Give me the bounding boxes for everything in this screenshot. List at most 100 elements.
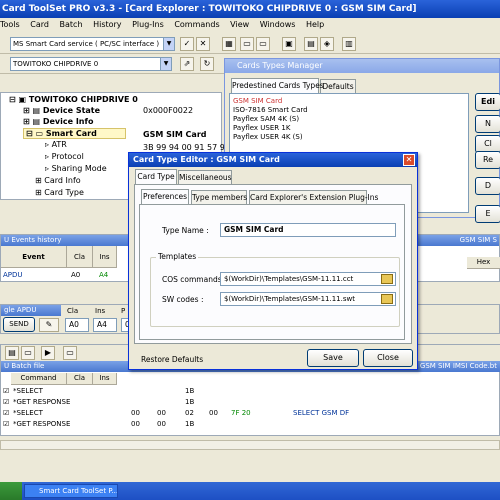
col-event[interactable]: Event (1, 246, 67, 268)
menu-view[interactable]: View (230, 20, 249, 29)
type-name-input[interactable]: GSM SIM Card (220, 223, 396, 237)
col-ins[interactable]: Ins (93, 246, 117, 268)
send-col-ins: Ins (95, 307, 106, 315)
batch-right-header: GSM SIM IMSI Code.bt (419, 362, 497, 370)
rename-button[interactable]: Re (475, 151, 500, 169)
batch-row-command[interactable]: *GET RESPONSE (13, 397, 70, 408)
tab-miscellaneous[interactable]: Miscellaneous (178, 170, 232, 184)
cards-manager-title: Cards Types Manager (225, 59, 499, 73)
taskbar-app-button[interactable]: Smart Card ToolSet P... (24, 484, 118, 498)
start-button[interactable] (0, 482, 22, 500)
menu-commands[interactable]: Commands (174, 20, 219, 29)
col-hex[interactable]: Hex (467, 257, 500, 269)
tree-item-label: Protocol (51, 152, 84, 161)
tab-predestined[interactable]: Predestined Cards Types (231, 78, 324, 93)
restore-defaults-link[interactable]: Restore Defaults (141, 354, 203, 365)
single-apdu-header: gle APDU (1, 305, 61, 316)
menu-tools[interactable]: Tools (0, 20, 20, 29)
refresh-icon[interactable]: ↻ (200, 57, 214, 71)
tab-preferences[interactable]: Preferences (141, 189, 189, 204)
batch-row-command[interactable]: *SELECT (13, 408, 43, 419)
tree-item-sharing-mode[interactable]: ▹ Sharing Mode (45, 164, 107, 173)
folder-browse-icon[interactable] (381, 294, 393, 304)
tab-extension-plugins[interactable]: Card Explorer's Extension Plug-Ins (249, 190, 378, 204)
tree-item-card-info[interactable]: ⊞ Card Info (35, 176, 81, 185)
copy-icon[interactable]: ▥ (342, 37, 356, 51)
event-row-type[interactable]: APDU (3, 270, 23, 281)
menu-batch[interactable]: Batch (60, 20, 83, 29)
col-batch-ins[interactable]: Ins (93, 373, 117, 385)
chevron-down-icon: ▼ (160, 58, 171, 70)
tree-item-atr[interactable]: ▹ ATR (45, 140, 67, 149)
delete-button[interactable]: D (475, 177, 500, 195)
edit-apdu-icon[interactable]: ✎ (39, 318, 59, 332)
folder-icon[interactable]: ▭ (256, 37, 270, 51)
disconnect-icon[interactable]: ✕ (196, 37, 210, 51)
batch-row-p: 1B (185, 387, 195, 395)
send-ins-input[interactable]: A4 (93, 318, 117, 332)
document-icon[interactable]: ▤ (304, 37, 318, 51)
save-icon[interactable]: ▣ (282, 37, 296, 51)
menu-card[interactable]: Card (30, 20, 49, 29)
connect-icon[interactable]: ✓ (180, 37, 194, 51)
export-button[interactable]: E (475, 205, 500, 223)
menu-windows[interactable]: Windows (260, 20, 296, 29)
send-cla-input[interactable]: A0 (65, 318, 89, 332)
send-button[interactable]: SEND (3, 317, 35, 332)
properties-icon[interactable]: ◈ (320, 37, 334, 51)
edit-button[interactable]: Edi (475, 93, 500, 111)
col-batch-cla[interactable]: Cla (67, 373, 93, 385)
checkbox-icon[interactable]: ☑ (3, 408, 9, 419)
folder-open-icon[interactable]: ▭ (240, 37, 254, 51)
checkbox-icon[interactable]: ☑ (3, 386, 9, 397)
card-type-tab-panel: Preferences Type members Card Explorer's… (134, 184, 412, 344)
menu-history[interactable]: History (93, 20, 121, 29)
card-type-editor-dialog: Card Type Editor : GSM SIM Card ✕ Card T… (128, 152, 418, 370)
tree-root[interactable]: ⊟ ▣ TOWITOKO CHIPDRIVE 0 (9, 95, 138, 104)
save-button[interactable]: Save (307, 349, 359, 367)
tree-item-device-info[interactable]: ⊞ ▤ Device Info (23, 117, 93, 126)
tree-item-smart-card[interactable]: ⊟ ▭ Smart Card (23, 128, 126, 139)
new-batch-icon[interactable]: ▤ (5, 346, 19, 360)
smart-card-value: GSM SIM Card (143, 130, 207, 139)
new-button[interactable]: N (475, 115, 500, 133)
close-button[interactable]: Close (363, 349, 413, 367)
export-icon[interactable]: ⇗ (180, 57, 194, 71)
tree-item-device-state[interactable]: ⊞ ▤ Device State (23, 106, 100, 115)
tab-type-members[interactable]: Type members (191, 190, 247, 204)
checkbox-icon[interactable]: ☑ (3, 419, 9, 430)
chevron-down-icon: ▼ (163, 38, 174, 50)
sw-codes-value: $(WorkDir)\Templates\GSM-11.11.swt (224, 295, 355, 303)
tree-item-label: Card Info (44, 176, 81, 185)
horizontal-scrollbar[interactable] (0, 440, 500, 450)
tab-card-type[interactable]: Card Type (135, 169, 177, 184)
col-command[interactable]: Command (11, 373, 67, 385)
folder-browse-icon[interactable] (381, 274, 393, 284)
send-col-p: P (121, 307, 126, 315)
run-batch-icon[interactable]: ▶ (41, 346, 55, 360)
menu-plugins[interactable]: Plug-Ins (132, 20, 164, 29)
tab-defaults[interactable]: Defaults (320, 79, 356, 93)
open-batch-icon[interactable]: ▭ (21, 346, 35, 360)
step-icon[interactable]: ▭ (63, 346, 77, 360)
tree-item-protocol[interactable]: ▹ Protocol (45, 152, 84, 161)
batch-row-p: 1B (185, 398, 195, 406)
tree-item-label: Card Type (44, 188, 84, 197)
card-type-item[interactable]: Payflex USER 4K (S) (233, 132, 303, 143)
tree-item-card-type[interactable]: ⊞ Card Type (35, 188, 84, 197)
send-col-cla: Cla (67, 307, 79, 315)
checkbox-icon[interactable]: ☑ (3, 397, 9, 408)
batch-row-ins: 00 (157, 409, 166, 417)
service-combo[interactable]: MS Smart Card service ( PC/SC interface … (10, 37, 175, 51)
batch-row-ins: 00 (157, 420, 166, 428)
menu-help[interactable]: Help (306, 20, 324, 29)
col-cla[interactable]: Cla (67, 246, 93, 268)
reader-combo[interactable]: TOWITOKO CHIPDRIVE 0 ▼ (10, 57, 172, 71)
card-icon[interactable]: ▦ (222, 37, 236, 51)
batch-row-command[interactable]: *GET RESPONSE (13, 419, 70, 430)
sw-codes-input[interactable]: $(WorkDir)\Templates\GSM-11.11.swt (220, 292, 396, 306)
close-icon[interactable]: ✕ (403, 154, 415, 166)
batch-row-command[interactable]: *SELECT (13, 386, 43, 397)
cos-commands-input[interactable]: $(WorkDir)\Templates\GSM-11.11.cct (220, 272, 396, 286)
events-right-header: GSM SIM S (459, 236, 497, 244)
